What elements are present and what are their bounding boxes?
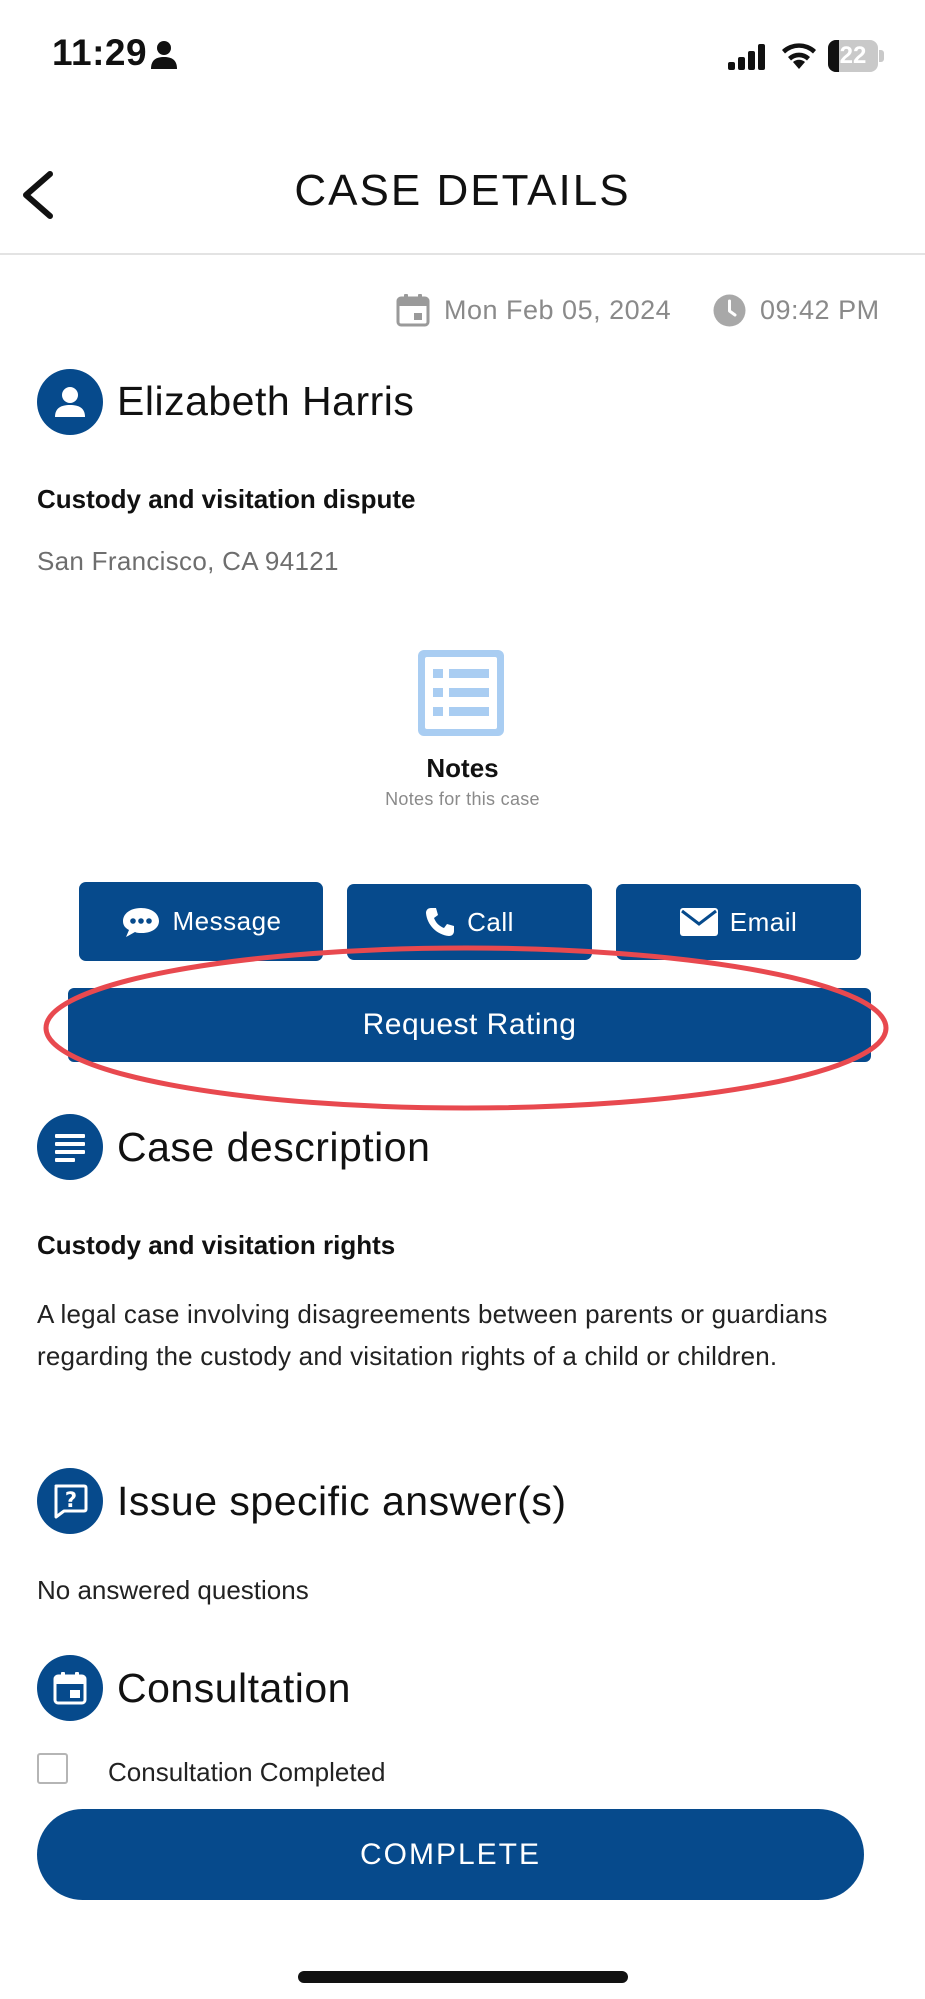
case-description-subtitle: Custody and visitation rights [37, 1230, 396, 1260]
case-time: 09:42 PM [760, 295, 880, 325]
consultation-checkbox-label[interactable]: Consultation Completed [108, 1757, 386, 1788]
envelope-icon [679, 908, 718, 936]
email-label: Email [729, 906, 798, 937]
description-circle-icon [37, 1114, 103, 1180]
request-rating-label: Request Rating [362, 1008, 577, 1041]
consultation-title: Consultation [117, 1665, 351, 1711]
status-time: 11:29 [52, 32, 148, 73]
notes-subtitle: Notes for this case [385, 789, 540, 809]
clock-icon [713, 294, 746, 327]
wifi-icon [782, 43, 816, 69]
consultation-checkbox[interactable] [37, 1753, 68, 1784]
page-title: CASE DETAILS [294, 166, 631, 215]
person-circle-icon [37, 369, 103, 435]
case-date: Mon Feb 05, 2024 [444, 295, 672, 325]
header-divider [0, 253, 925, 255]
signal-icon [728, 44, 765, 70]
request-rating-button[interactable]: Request Rating [68, 988, 871, 1062]
question-circle-icon: ? [37, 1468, 103, 1534]
phone-icon [426, 908, 455, 936]
case-description-title: Case description [117, 1124, 431, 1170]
message-button[interactable]: Message [79, 882, 323, 961]
svg-text:?: ? [65, 1488, 77, 1512]
message-label: Message [172, 906, 282, 936]
calendar-icon [396, 294, 430, 327]
battery-indicator: 22 [828, 40, 884, 72]
issue-answers-title: Issue specific answer(s) [117, 1478, 567, 1524]
client-name: Elizabeth Harris [117, 378, 415, 424]
email-button[interactable]: Email [616, 884, 861, 960]
complete-button[interactable]: COMPLETE [37, 1809, 864, 1900]
no-answers-text: No answered questions [37, 1575, 309, 1605]
home-indicator[interactable] [298, 1971, 628, 1983]
notes-label[interactable]: Notes [0, 753, 925, 784]
call-button[interactable]: Call [347, 884, 592, 960]
case-location: San Francisco, CA 94121 [37, 546, 339, 576]
person-icon [151, 41, 177, 69]
consultation-circle-icon [37, 1655, 103, 1721]
notes-icon[interactable] [418, 650, 504, 736]
complete-label: COMPLETE [359, 1837, 542, 1871]
battery-percentage: 22 [839, 42, 867, 69]
case-type: Custody and visitation dispute [37, 484, 416, 514]
chat-icon [122, 907, 159, 937]
case-description-text: A legal case involving disagreements bet… [37, 1299, 828, 1371]
call-label: Call [467, 906, 514, 937]
